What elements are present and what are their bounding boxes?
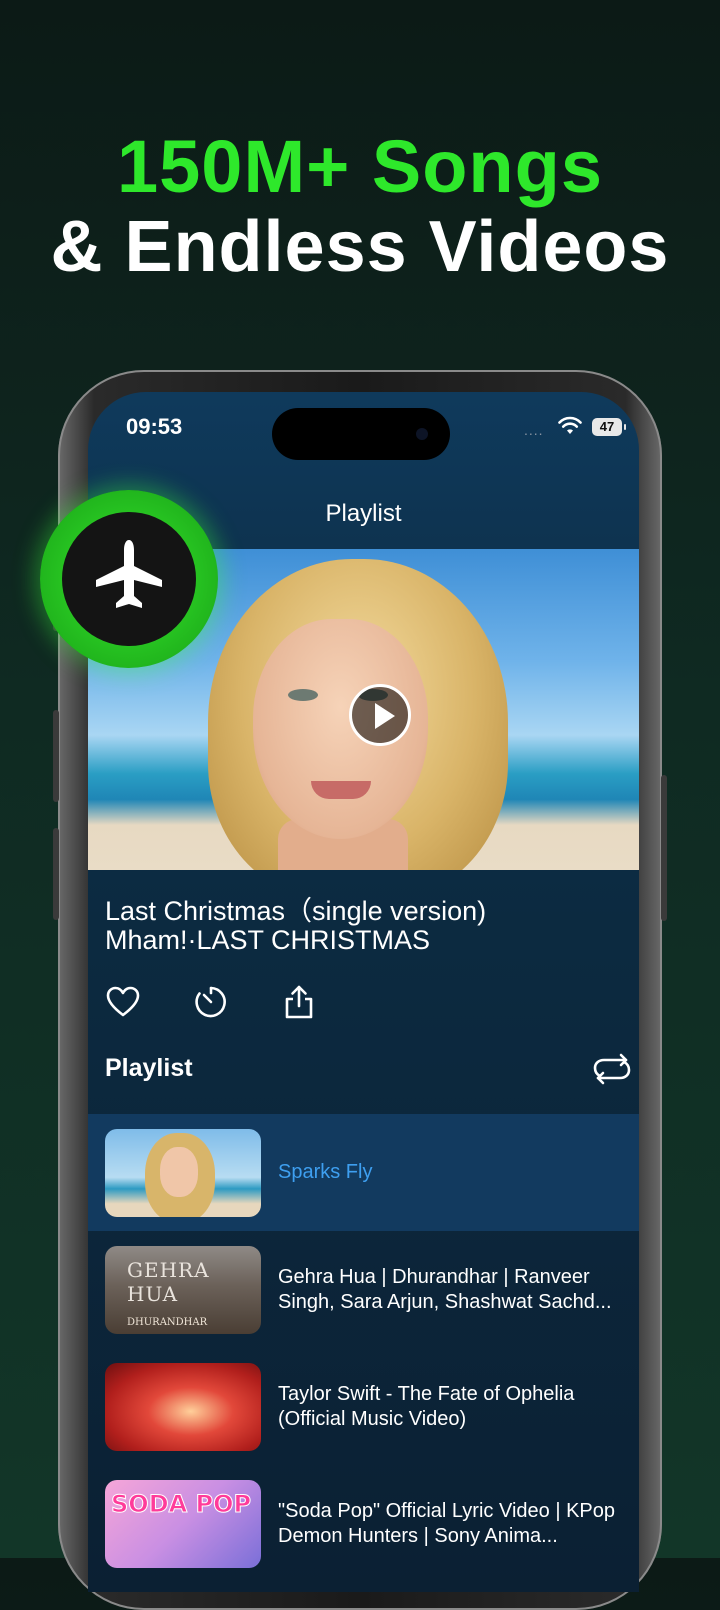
track-thumbnail: GEHRA HUA DHURANDHAR bbox=[105, 1245, 261, 1334]
headline-videos: & Endless Videos bbox=[50, 207, 670, 287]
list-item[interactable]: Sparks Fly bbox=[88, 1114, 639, 1231]
timer-icon[interactable] bbox=[193, 984, 229, 1020]
share-icon[interactable] bbox=[281, 984, 317, 1020]
playlist-list: Sparks Fly GEHRA HUA DHURANDHAR Gehra Hu… bbox=[88, 1114, 639, 1582]
song-title: Last Christmas（single version) bbox=[105, 896, 487, 926]
thumbnail-text: GEHRA HUA bbox=[127, 1257, 210, 1306]
action-bar bbox=[105, 984, 317, 1020]
thumbnail-text: SODA POP bbox=[110, 1489, 252, 1518]
status-time: 09:53 bbox=[126, 414, 183, 439]
list-item[interactable]: Taylor Swift - The Fate of Ophelia (Offi… bbox=[88, 1348, 639, 1465]
thumbnail-subtext: DHURANDHAR bbox=[127, 1316, 208, 1328]
track-title: Taylor Swift - The Fate of Ophelia (Offi… bbox=[278, 1382, 575, 1430]
track-title: "Soda Pop" Official Lyric Video | KPop D… bbox=[278, 1499, 615, 1547]
track-thumbnail: SODA POP bbox=[105, 1479, 261, 1568]
song-artist: Mham!·LAST CHRISTMAS bbox=[105, 925, 431, 955]
video-eye-left bbox=[288, 689, 318, 701]
play-button[interactable] bbox=[349, 684, 411, 746]
phone-power-button bbox=[661, 775, 667, 921]
signal-icon: .... bbox=[524, 422, 544, 438]
track-thumbnail bbox=[105, 1128, 261, 1217]
wifi-icon bbox=[558, 416, 582, 434]
track-title: Sparks Fly bbox=[278, 1161, 373, 1183]
dynamic-island bbox=[272, 408, 450, 460]
headline-songs: 150M+ Songs bbox=[116, 125, 603, 208]
video-lips bbox=[311, 781, 371, 799]
phone-volume-up-button bbox=[53, 710, 59, 802]
track-title: Gehra Hua | Dhurandhar | Ranveer Singh, … bbox=[278, 1265, 612, 1313]
loop-icon[interactable] bbox=[592, 1052, 632, 1086]
airplane-icon bbox=[96, 540, 162, 608]
heart-icon[interactable] bbox=[105, 984, 141, 1020]
track-thumbnail bbox=[105, 1362, 261, 1451]
battery-indicator: 47 bbox=[592, 418, 626, 436]
list-item[interactable]: GEHRA HUA DHURANDHAR Gehra Hua | Dhurand… bbox=[88, 1231, 639, 1348]
list-item[interactable]: SODA POP "Soda Pop" Official Lyric Video… bbox=[88, 1465, 639, 1582]
phone-volume-down-button bbox=[53, 828, 59, 920]
playlist-header: Playlist bbox=[105, 1054, 193, 1082]
